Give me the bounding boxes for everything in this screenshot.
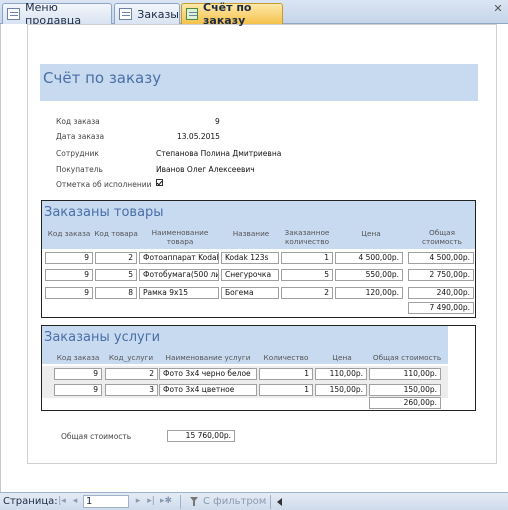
table-cell: Снегурочка bbox=[221, 269, 279, 281]
services-col-service-code: Код_услуги bbox=[108, 353, 154, 362]
new-page-icon[interactable]: ▸✱ bbox=[160, 496, 172, 507]
table-cell: 2 bbox=[105, 368, 158, 380]
tab-orders[interactable]: Заказы bbox=[114, 3, 180, 24]
filter-status-button[interactable]: С фильтром bbox=[203, 496, 266, 508]
table-cell: 1 bbox=[259, 368, 313, 380]
report-icon bbox=[186, 8, 199, 20]
table-cell: 3 bbox=[105, 384, 158, 396]
table-cell: Рамка 9x15 bbox=[139, 287, 219, 299]
table-cell: 240,00р. bbox=[408, 287, 474, 299]
table-cell: 9 bbox=[45, 269, 93, 281]
table-cell: 2 bbox=[95, 252, 137, 264]
goods-col-product-name: Наименование товара bbox=[151, 228, 209, 246]
services-title: Заказаны услуги bbox=[44, 330, 161, 345]
divider bbox=[270, 495, 271, 509]
services-col-order-code: Код заказа bbox=[56, 353, 100, 362]
table-cell: 120,00р. bbox=[335, 287, 403, 299]
table-cell: 550,00р. bbox=[335, 269, 403, 281]
table-cell: 9 bbox=[54, 368, 102, 380]
scroll-left-icon[interactable] bbox=[277, 498, 282, 506]
services-col-service-name: Наименование услуги bbox=[165, 353, 251, 362]
table-cell: 150,00р. bbox=[315, 384, 367, 396]
filter-icon bbox=[190, 497, 198, 506]
table-cell: 1 bbox=[281, 252, 333, 264]
goods-col-name: Название bbox=[232, 229, 270, 238]
table-cell: 8 bbox=[95, 287, 137, 299]
first-page-icon[interactable]: |◂ bbox=[57, 496, 67, 507]
tab-label: Счёт по заказу bbox=[203, 1, 252, 27]
table-cell: 9 bbox=[54, 384, 102, 396]
goods-col-order-code: Код заказа bbox=[47, 229, 91, 238]
goods-col-product-code: Код товара bbox=[94, 229, 138, 238]
tab-order-invoice[interactable]: Счёт по заказу bbox=[181, 1, 283, 27]
table-cell: Фотоаппарат Kodak bbox=[139, 252, 219, 264]
divider bbox=[180, 495, 181, 509]
table-cell: Kodak 123s bbox=[221, 252, 279, 264]
page-label: Страница: bbox=[3, 496, 58, 507]
table-cell: 4 500,00р. bbox=[335, 252, 403, 264]
next-page-icon[interactable]: ▸ bbox=[133, 496, 143, 507]
record-navigation-bar: Страница: |◂ ◂ 1 ▸ ▸| ▸✱ С фильтром bbox=[0, 492, 508, 510]
table-cell: 2 bbox=[281, 287, 333, 299]
last-page-icon[interactable]: ▸| bbox=[146, 496, 156, 507]
close-icon[interactable]: ✕ bbox=[492, 3, 504, 15]
services-total-value: 260,00р. bbox=[369, 397, 441, 409]
table-cell: 5 bbox=[95, 269, 137, 281]
report-title: Счёт по заказу bbox=[43, 69, 162, 87]
order-code-value: 9 bbox=[215, 117, 220, 126]
table-cell: 150,00р. bbox=[369, 384, 441, 396]
customer-value: Иванов Олег Алексеевич bbox=[156, 165, 255, 174]
order-date-label: Дата заказа bbox=[56, 132, 105, 141]
table-cell: 110,00р. bbox=[315, 368, 367, 380]
goods-title: Заказаны товары bbox=[44, 205, 164, 220]
completed-label: Отметка об исполнении bbox=[56, 180, 152, 189]
services-col-price: Цена bbox=[332, 353, 352, 362]
tab-seller-menu[interactable]: Меню продавца bbox=[2, 1, 112, 27]
table-cell: 9 bbox=[45, 287, 93, 299]
table-cell: Фото 3x4 черно белое bbox=[159, 368, 257, 380]
table-cell: 1 bbox=[259, 384, 313, 396]
table-cell: Фото 3x4 цветное bbox=[159, 384, 257, 396]
grand-total-label: Общая стоимость bbox=[61, 432, 132, 441]
table-cell: Фотобумага(500 лис bbox=[139, 269, 219, 281]
table-cell: 2 750,00р. bbox=[408, 269, 474, 281]
grand-total-value: 15 760,00р. bbox=[167, 430, 235, 442]
goods-col-quantity: Заказанное количество bbox=[284, 228, 330, 246]
goods-col-total: Общая стоимость bbox=[421, 228, 462, 246]
order-code-label: Код заказа bbox=[56, 117, 100, 126]
services-col-total: Общая стоимость bbox=[372, 353, 442, 362]
order-date-value: 13.05.2015 bbox=[177, 132, 220, 141]
table-cell: 9 bbox=[45, 252, 93, 264]
completed-checkbox[interactable] bbox=[156, 179, 163, 186]
services-col-quantity: Количество bbox=[263, 353, 309, 362]
form-icon bbox=[119, 8, 133, 20]
table-cell: 5 bbox=[281, 269, 333, 281]
goods-col-price: Цена bbox=[361, 229, 381, 238]
employee-value: Степанова Полина Дмитриевна bbox=[156, 149, 282, 158]
table-cell: 110,00р. bbox=[369, 368, 441, 380]
table-cell: Богема bbox=[221, 287, 279, 299]
table-cell: 4 500,00р. bbox=[408, 252, 474, 264]
document-tab-bar: Меню продавца Заказы Счёт по заказу ✕ bbox=[0, 0, 508, 27]
goods-total-value: 7 490,00р. bbox=[408, 302, 474, 314]
employee-label: Сотрудник bbox=[56, 149, 99, 158]
customer-label: Покупатель bbox=[56, 165, 103, 174]
prev-page-icon[interactable]: ◂ bbox=[70, 496, 80, 507]
page-number-input[interactable]: 1 bbox=[83, 495, 129, 508]
tab-label: Заказы bbox=[137, 7, 179, 21]
form-icon bbox=[7, 8, 21, 20]
